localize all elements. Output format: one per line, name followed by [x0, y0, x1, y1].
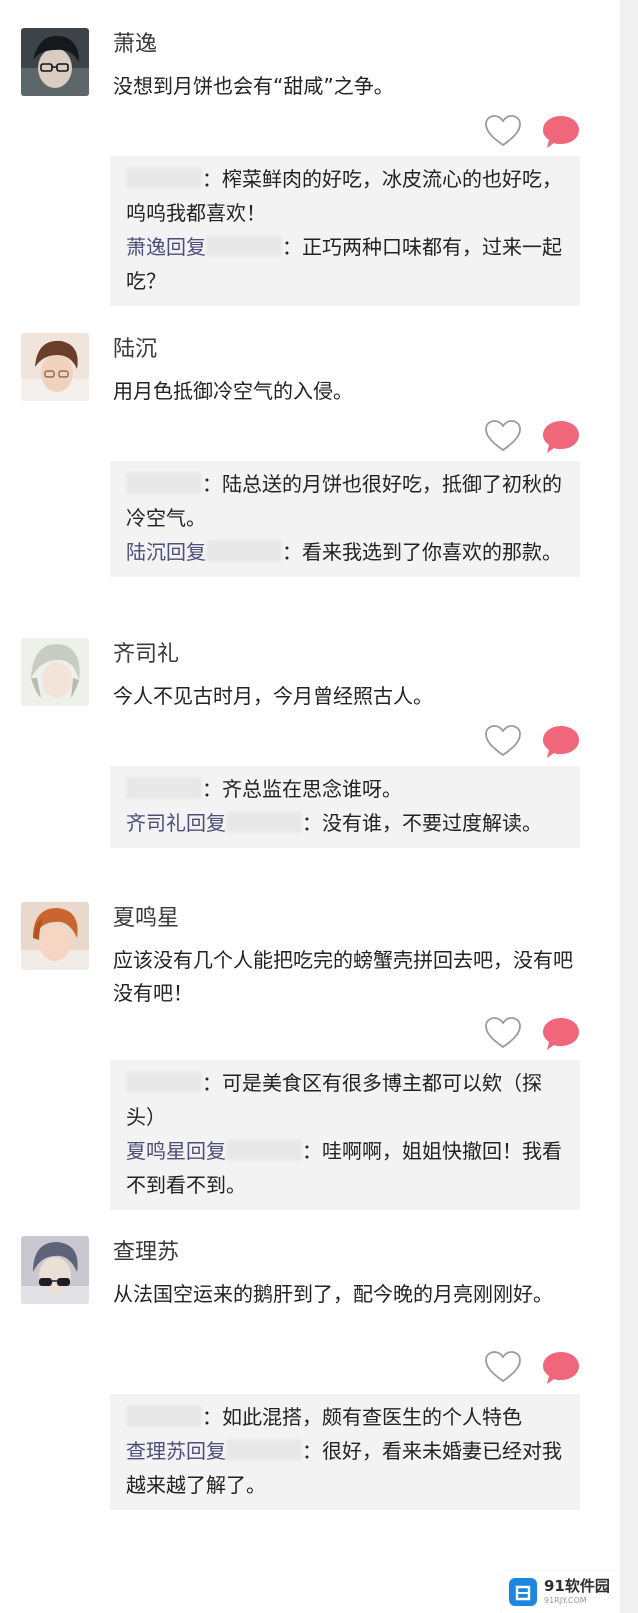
avatar[interactable]	[21, 902, 89, 970]
moments-feed: 萧逸 没想到月饼也会有“甜咸”之争。 ：榨菜鲜肉的好吃，冰皮流心的也好吃，呜呜我…	[0, 0, 620, 1613]
post-content: 没想到月饼也会有“甜咸”之争。	[113, 74, 394, 98]
username[interactable]: 夏鸣星	[113, 904, 179, 934]
post-chalisu: 查理苏 从法国空运来的鹅肝到了，配今晚的月亮刚刚好。 ：如此混搭，颇有查医生的个…	[0, 1236, 620, 1536]
post-qisili: 齐司礼 今人不见古时月，今月曾经照古人。 ：齐总监在思念谁呀。 齐司礼回复 ：没有…	[0, 638, 620, 878]
reply-box: ：榨菜鲜肉的好吃，冰皮流心的也好吃，呜呜我都喜欢！ 萧逸回复 ：正巧两种口味都有，…	[110, 156, 580, 306]
watermark-text: 91软件园	[544, 1577, 610, 1595]
blurred-username	[126, 777, 202, 799]
reply-box: ：如此混搭，颇有查医生的个人特色 查理苏回复 ：很好，看来未婚妻已经对我越来越了解…	[110, 1394, 580, 1510]
reply-line: 陆沉回复 ：看来我选到了你喜欢的那款。	[126, 540, 562, 564]
avatar[interactable]	[21, 638, 89, 706]
reply-line: 夏鸣星回复 ：哇啊啊，姐姐快撤回！我看不到看不到。	[126, 1139, 562, 1197]
reply-line: ：可是美食区有很多博主都可以欸（探头）	[126, 1071, 542, 1129]
reply-author[interactable]: 查理苏回复	[126, 1439, 226, 1463]
comment-bubble-icon[interactable]	[541, 1350, 581, 1386]
post-content: 用月色抵御冷空气的入侵。	[113, 379, 353, 403]
reply-author[interactable]: 萧逸回复	[126, 235, 206, 259]
heart-icon[interactable]	[484, 1016, 522, 1050]
post-xiamingxing: 夏鸣星 应该没有几个人能把吃完的螃蟹壳拼回去吧，没有吧没有吧！ ：可是美食区有很…	[0, 902, 620, 1210]
reply-line: ：陆总送的月饼也很好吃，抵御了初秋的冷空气。	[126, 472, 562, 530]
reply-line: 查理苏回复 ：很好，看来未婚妻已经对我越来越了解了。	[126, 1439, 562, 1497]
reply-line: ：齐总监在思念谁呀。	[126, 772, 564, 806]
watermark-logo-icon	[508, 1577, 538, 1607]
reply-line: 齐司礼回复 ：没有谁，不要过度解读。	[126, 811, 542, 835]
watermark-subtext: 91RJY.COM	[544, 1596, 587, 1605]
username[interactable]: 陆沉	[113, 335, 157, 365]
post-content: 应该没有几个人能把吃完的螃蟹壳拼回去吧，没有吧没有吧！	[113, 948, 573, 1005]
reply-author[interactable]: 齐司礼回复	[126, 811, 226, 835]
username[interactable]: 齐司礼	[113, 640, 179, 670]
reply-box: ：可是美食区有很多博主都可以欸（探头） 夏鸣星回复 ：哇啊啊，姐姐快撤回！我看不到…	[110, 1060, 580, 1210]
post-xiaoyi: 萧逸 没想到月饼也会有“甜咸”之争。 ：榨菜鲜肉的好吃，冰皮流心的也好吃，呜呜我…	[0, 28, 620, 306]
watermark: 91软件园 91RJY.COM	[502, 1571, 620, 1613]
blurred-username	[126, 1405, 202, 1427]
comment-bubble-icon[interactable]	[541, 419, 581, 455]
comment-bubble-icon[interactable]	[541, 1016, 581, 1052]
blurred-username	[206, 235, 282, 257]
reply-line: ：如此混搭，颇有查医生的个人特色	[126, 1400, 564, 1434]
reply-author[interactable]: 夏鸣星回复	[126, 1139, 226, 1163]
blurred-username	[226, 1139, 302, 1161]
blurred-username	[126, 167, 202, 189]
heart-icon[interactable]	[484, 724, 522, 758]
post-luchen: 陆沉 用月色抵御冷空气的入侵。 ：陆总送的月饼也很好吃，抵御了初秋的冷空气。 陆…	[0, 333, 620, 603]
reply-line: ：榨菜鲜肉的好吃，冰皮流心的也好吃，呜呜我都喜欢！	[126, 167, 562, 225]
avatar[interactable]	[21, 333, 89, 401]
reply-line: 萧逸回复 ：正巧两种口味都有，过来一起吃？	[126, 235, 562, 293]
username[interactable]: 查理苏	[113, 1238, 179, 1268]
avatar[interactable]	[21, 1236, 89, 1304]
blurred-username	[126, 1071, 202, 1093]
comment-bubble-icon[interactable]	[541, 114, 581, 150]
blurred-username	[226, 1439, 302, 1461]
post-content: 今人不见古时月，今月曾经照古人。	[113, 684, 433, 708]
reply-box: ：陆总送的月饼也很好吃，抵御了初秋的冷空气。 陆沉回复 ：看来我选到了你喜欢的那款…	[110, 461, 580, 577]
blurred-username	[206, 540, 282, 562]
heart-icon[interactable]	[484, 114, 522, 148]
avatar[interactable]	[21, 28, 89, 96]
blurred-username	[126, 472, 202, 494]
blurred-username	[226, 811, 302, 833]
comment-bubble-icon[interactable]	[541, 724, 581, 760]
heart-icon[interactable]	[484, 419, 522, 453]
heart-icon[interactable]	[484, 1350, 522, 1384]
reply-author[interactable]: 陆沉回复	[126, 540, 206, 564]
username[interactable]: 萧逸	[113, 30, 157, 60]
post-content: 从法国空运来的鹅肝到了，配今晚的月亮刚刚好。	[113, 1282, 553, 1306]
reply-box: ：齐总监在思念谁呀。 齐司礼回复 ：没有谁，不要过度解读。	[110, 766, 580, 848]
